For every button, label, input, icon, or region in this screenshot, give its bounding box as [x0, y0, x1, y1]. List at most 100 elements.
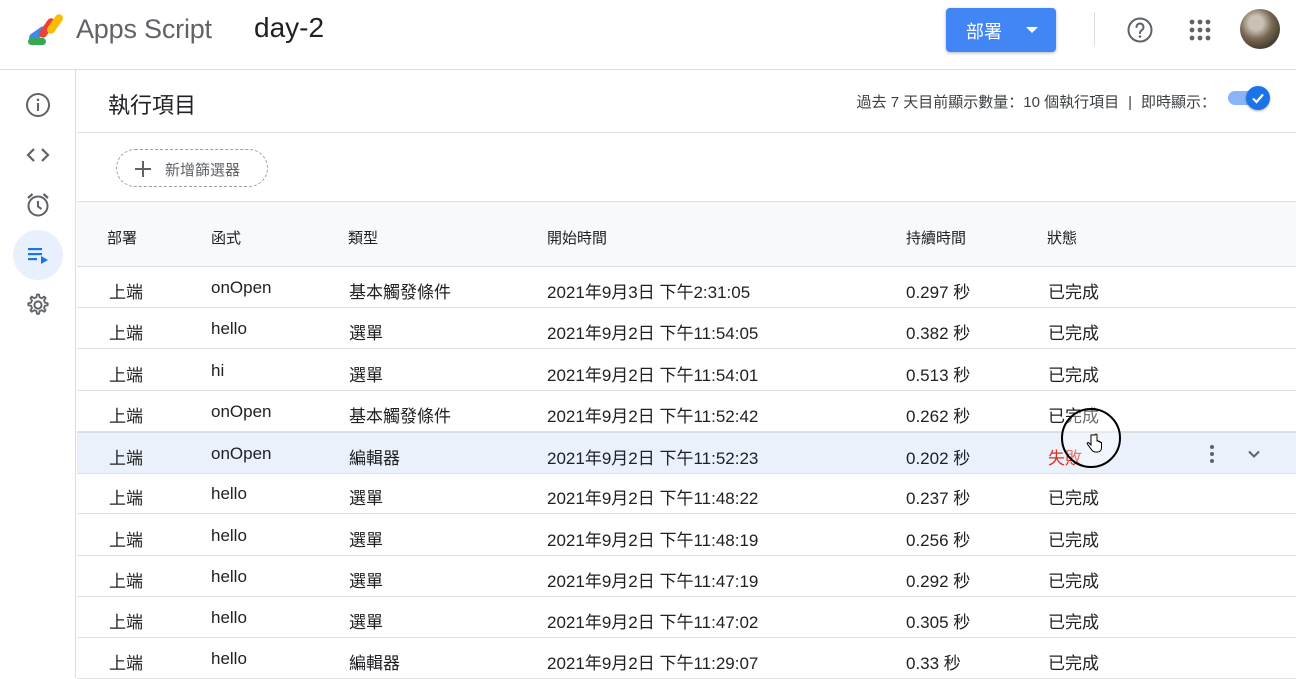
column-header-function[interactable]: 函式 — [211, 227, 241, 248]
cell-deployment: 上端 — [109, 366, 143, 385]
apps-script-logo-icon[interactable] — [26, 12, 68, 46]
cell-function: hello — [211, 526, 247, 545]
toolbar-divider — [1094, 12, 1095, 46]
more-vert-icon[interactable] — [1201, 442, 1223, 466]
cell-deployment: 上端 — [109, 324, 143, 343]
cell-function: hello — [211, 608, 247, 627]
cell-deployment: 上端 — [109, 654, 143, 673]
help-icon[interactable] — [1126, 16, 1154, 44]
column-header-deployment[interactable]: 部署 — [107, 227, 137, 248]
cell-start-time: 2021年9月2日 下午11:48:22 — [547, 489, 759, 508]
table-row[interactable]: 上端 hello 選單 2021年9月2日 下午11:48:22 0.237 秒 已完成 — [77, 473, 1296, 514]
table-row[interactable]: 上端 hello 選單 2021年9月2日 下午11:54:05 0.382 秒 已完成 — [77, 308, 1296, 349]
avatar[interactable] — [1240, 9, 1280, 49]
cell-status: 已完成 — [1048, 407, 1099, 426]
cell-duration: 0.202 秒 — [906, 449, 971, 468]
sidebar — [0, 70, 76, 678]
executions-panel: 執行項目 過去 7 天目前顯示數量：10 個執行項目 | 即時顯示： 新增篩選器 部… — [77, 70, 1296, 679]
sidebar-item-overview[interactable] — [13, 80, 63, 130]
cell-start-time: 2021年9月2日 下午11:47:19 — [547, 572, 759, 591]
cell-type: 基本觸發條件 — [349, 407, 451, 426]
cell-function: onOpen — [211, 444, 272, 463]
table-row[interactable]: 上端 hello 選單 2021年9月2日 下午11:47:19 0.292 秒 已完成 — [77, 556, 1296, 597]
cell-status: 已完成 — [1048, 531, 1099, 550]
cell-duration: 0.292 秒 — [906, 572, 971, 591]
caret-down-icon[interactable] — [1026, 27, 1038, 33]
cell-duration: 0.382 秒 — [906, 324, 971, 343]
cell-deployment: 上端 — [109, 489, 143, 508]
table-row[interactable]: 上端 hello 編輯器 2021年9月2日 下午11:29:07 0.33 秒 已完成 — [77, 638, 1296, 679]
cell-duration: 0.305 秒 — [906, 613, 971, 632]
table-row[interactable]: 上端 onOpen 編輯器 2021年9月2日 下午11:52:23 0.202 秒 失敗 — [77, 432, 1296, 474]
summary-separator: | — [1128, 94, 1132, 111]
column-header-status[interactable]: 狀態 — [1047, 227, 1077, 248]
cell-deployment: 上端 — [109, 449, 143, 468]
cell-type: 選單 — [349, 572, 383, 591]
cell-type: 編輯器 — [349, 449, 400, 468]
table-row[interactable]: 上端 onOpen 基本觸發條件 2021年9月2日 下午11:52:42 0.262 … — [77, 391, 1296, 432]
code-icon — [26, 148, 50, 162]
cell-status: 已完成 — [1048, 489, 1099, 508]
cell-type: 選單 — [349, 531, 383, 550]
sidebar-item-editor[interactable] — [13, 130, 63, 180]
cell-status: 已完成 — [1048, 324, 1099, 343]
cell-start-time: 2021年9月2日 下午11:47:02 — [547, 613, 759, 632]
live-toggle[interactable] — [1226, 85, 1272, 111]
cell-function: onOpen — [211, 402, 272, 421]
cell-status: 已完成 — [1048, 366, 1099, 385]
cell-function: hello — [211, 319, 247, 338]
executions-summary: 過去 7 天目前顯示數量：10 個執行項目 | 即時顯示： — [857, 91, 1216, 112]
table-row[interactable]: 上端 onOpen 基本觸發條件 2021年9月3日 下午2:31:05 0.297 秒… — [77, 267, 1296, 308]
cell-deployment: 上端 — [109, 572, 143, 591]
cell-deployment: 上端 — [109, 407, 143, 426]
apps-grid-icon[interactable] — [1188, 18, 1212, 42]
cell-function: hi — [211, 361, 225, 380]
project-title[interactable]: day-2 — [254, 12, 324, 44]
cell-start-time: 2021年9月2日 下午11:52:42 — [547, 407, 759, 426]
cell-type: 基本觸發條件 — [349, 283, 451, 302]
executions-count-text: 過去 7 天目前顯示數量：10 個執行項目 — [856, 94, 1120, 111]
sidebar-item-settings[interactable] — [13, 280, 63, 330]
column-header-type[interactable]: 類型 — [348, 227, 378, 248]
column-header-start-time[interactable]: 開始時間 — [547, 227, 607, 248]
live-label: 即時顯示： — [1140, 94, 1216, 111]
cell-function: hello — [211, 567, 247, 586]
deploy-button-label: 部署 — [966, 22, 1002, 42]
top-app-bar: Apps Script day-2 部署 — [0, 0, 1296, 70]
cell-function: onOpen — [211, 278, 272, 297]
cell-duration: 0.297 秒 — [906, 283, 971, 302]
cell-duration: 0.237 秒 — [906, 489, 971, 508]
app-name: Apps Script — [76, 14, 212, 44]
cell-duration: 0.513 秒 — [906, 366, 971, 385]
chevron-down-icon[interactable] — [1243, 443, 1265, 465]
table-row[interactable]: 上端 hello 選單 2021年9月2日 下午11:48:19 0.256 秒 已完成 — [77, 515, 1296, 556]
table-row[interactable]: 上端 hello 選單 2021年9月2日 下午11:47:02 0.305 秒 已完成 — [77, 597, 1296, 638]
cell-status: 已完成 — [1048, 654, 1099, 673]
sidebar-item-executions[interactable] — [13, 230, 63, 280]
gear-icon — [27, 293, 49, 315]
cell-type: 選單 — [349, 613, 383, 632]
cell-deployment: 上端 — [109, 531, 143, 550]
deploy-button[interactable]: 部署 — [946, 8, 1056, 52]
sidebar-item-triggers[interactable] — [13, 180, 63, 230]
filter-bar: 新增篩選器 — [77, 133, 1296, 202]
plus-icon — [135, 161, 151, 177]
table-header: 部署 函式 類型 開始時間 持續時間 狀態 — [77, 202, 1296, 267]
cell-start-time: 2021年9月2日 下午11:54:05 — [547, 324, 759, 343]
cell-type: 選單 — [349, 489, 383, 508]
cell-status: 已完成 — [1048, 613, 1099, 632]
cell-type: 選單 — [349, 366, 383, 385]
cell-status: 已完成 — [1048, 572, 1099, 591]
table-row[interactable]: 上端 hi 選單 2021年9月2日 下午11:54:01 0.513 秒 已完成 — [77, 350, 1296, 391]
cell-start-time: 2021年9月2日 下午11:48:19 — [547, 531, 759, 550]
cell-deployment: 上端 — [109, 283, 143, 302]
cell-start-time: 2021年9月2日 下午11:52:23 — [547, 449, 759, 468]
add-filter-button[interactable]: 新增篩選器 — [116, 149, 268, 187]
cell-type: 編輯器 — [349, 654, 400, 673]
cell-type: 選單 — [349, 324, 383, 343]
executions-icon — [28, 248, 48, 264]
add-filter-label: 新增篩選器 — [165, 162, 241, 179]
cell-start-time: 2021年9月3日 下午2:31:05 — [547, 283, 751, 302]
column-header-duration[interactable]: 持續時間 — [906, 227, 966, 248]
cell-start-time: 2021年9月2日 下午11:54:01 — [547, 366, 759, 385]
